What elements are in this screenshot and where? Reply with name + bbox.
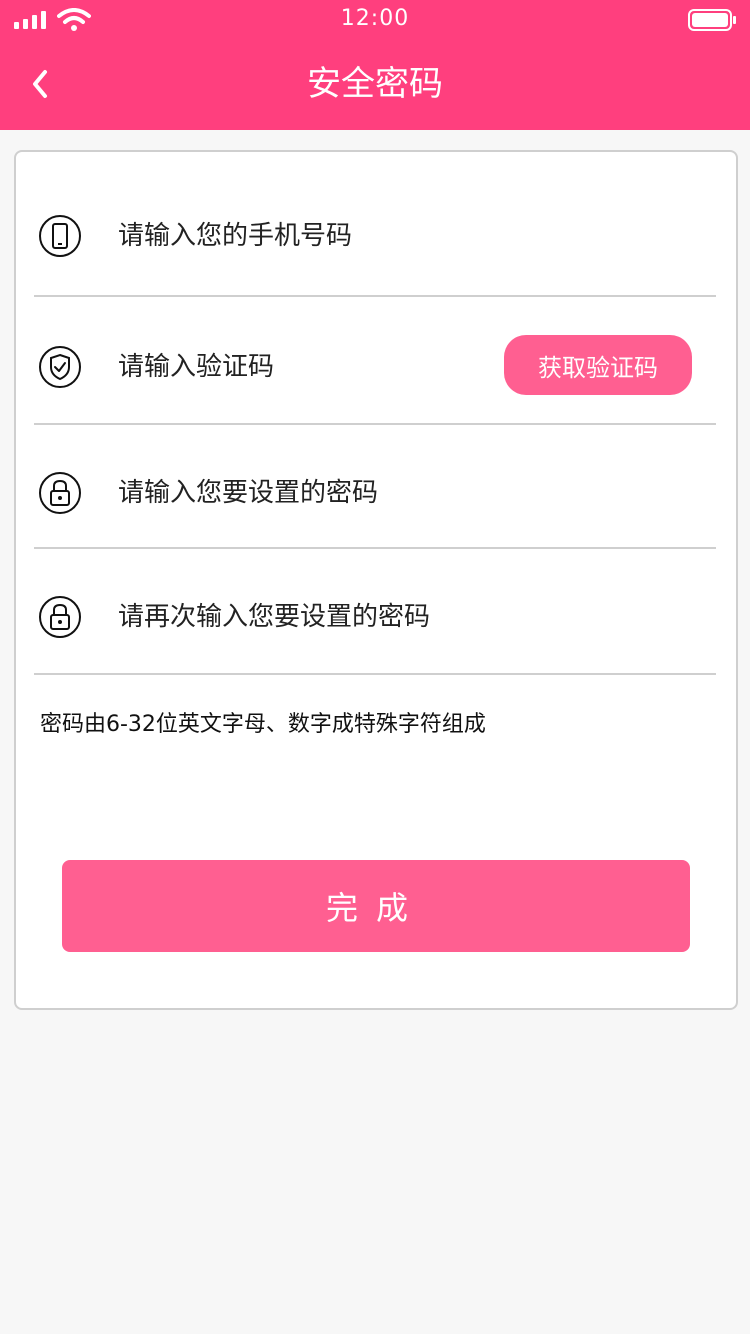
- confirm-password-row: [34, 549, 716, 675]
- lock-icon: [39, 472, 81, 514]
- verification-code-input[interactable]: [118, 345, 418, 389]
- password-input[interactable]: [118, 471, 498, 515]
- password-row: [34, 425, 716, 549]
- phone-input[interactable]: [118, 214, 498, 258]
- phone-icon: [39, 215, 81, 257]
- password-rule-hint: 密码由6-32位英文字母、数字成特殊字符组成: [40, 712, 486, 737]
- phone-row: [34, 152, 716, 297]
- battery-icon: [688, 9, 736, 31]
- app-header: 12:00 安全密码: [0, 0, 750, 130]
- security-form-card: 获取验证码 密码由6-32位英文字母、数字成特殊字符组成 完成: [14, 150, 738, 1010]
- done-button[interactable]: 完成: [62, 860, 690, 952]
- navigation-bar: 安全密码: [0, 42, 750, 126]
- lock-icon: [39, 596, 81, 638]
- shield-icon: [39, 346, 81, 388]
- page-title: 安全密码: [307, 64, 443, 104]
- confirm-password-input[interactable]: [118, 595, 538, 639]
- get-code-button[interactable]: 获取验证码: [504, 335, 692, 395]
- status-time: 12:00: [340, 6, 410, 31]
- code-row: 获取验证码: [34, 297, 716, 425]
- status-bar: 12:00: [0, 0, 750, 40]
